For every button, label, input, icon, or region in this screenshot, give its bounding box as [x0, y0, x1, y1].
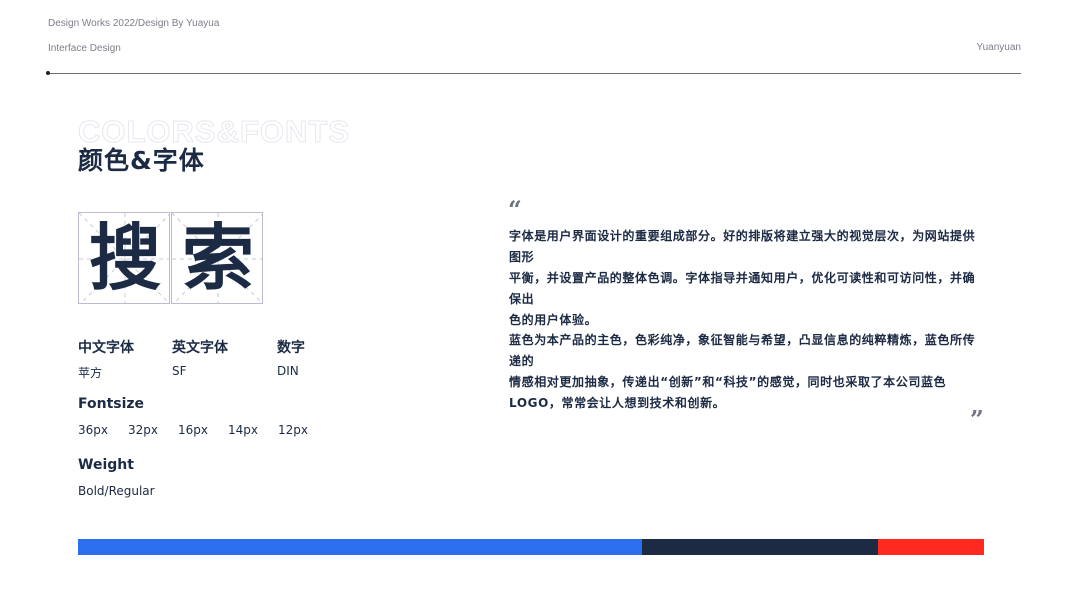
header-divider [48, 73, 1021, 74]
font-en-label: 英文字体 [172, 340, 228, 356]
fontsize-value: 14px [228, 423, 258, 437]
weight-value: Bold/Regular [78, 484, 155, 498]
paragraph-line: 情感相对更加抽象，传递出“创新”和“科技”的感觉，同时也采取了本公司蓝色 [509, 375, 947, 389]
close-quote-icon: ” [970, 405, 984, 434]
description-paragraph-1: 字体是用户界面设计的重要组成部分。好的排版将建立强大的视觉层次，为网站提供图形 … [509, 226, 985, 331]
weight-label: Weight [78, 457, 134, 473]
header-divider-dot [46, 71, 50, 75]
paragraph-line: 蓝色为本产品的主色，色彩纯净，象征智能与希望，凸显信息的纯粹精炼，蓝色所传递的 [509, 333, 976, 368]
paragraph-line: LOGO，常常会让人想到技术和创新。 [509, 396, 726, 410]
paragraph-line: 色的用户体验。 [509, 313, 598, 327]
description-paragraph-2: 蓝色为本产品的主色，色彩纯净，象征智能与希望，凸显信息的纯粹精炼，蓝色所传递的 … [509, 330, 985, 414]
sample-char: 索 [181, 216, 254, 300]
color-swatch [878, 539, 984, 555]
fontsize-value: 12px [278, 423, 308, 437]
sample-char-box-1: 搜 [78, 212, 170, 304]
header-line-2: Interface Design [48, 43, 121, 54]
sample-char: 搜 [88, 216, 161, 300]
font-num-value: DIN [277, 364, 299, 378]
page-title: 颜色&字体 [78, 146, 205, 175]
paragraph-line: 字体是用户界面设计的重要组成部分。好的排版将建立强大的视觉层次，为网站提供图形 [509, 229, 976, 264]
fontsize-value: 36px [78, 423, 108, 437]
color-swatch [78, 539, 642, 555]
fontsize-label: Fontsize [78, 396, 145, 412]
fontsize-value: 16px [178, 423, 208, 437]
color-swatch [642, 539, 878, 555]
open-quote-icon: “ [508, 195, 522, 224]
header-author: Yuanyuan [976, 42, 1022, 53]
font-en-value: SF [172, 364, 187, 378]
font-num-label: 数字 [277, 340, 305, 356]
paragraph-line: 平衡，并设置产品的整体色调。字体指导并通知用户，优化可读性和可访问性，并确保出 [509, 271, 976, 306]
font-cn-label: 中文字体 [78, 340, 134, 356]
color-palette-bar [78, 539, 984, 555]
fontsize-value: 32px [128, 423, 158, 437]
sample-char-box-2: 索 [171, 212, 263, 304]
font-cn-value: 苹方 [78, 366, 103, 380]
header-line-1: Design Works 2022/Design By Yuayua [48, 18, 220, 29]
